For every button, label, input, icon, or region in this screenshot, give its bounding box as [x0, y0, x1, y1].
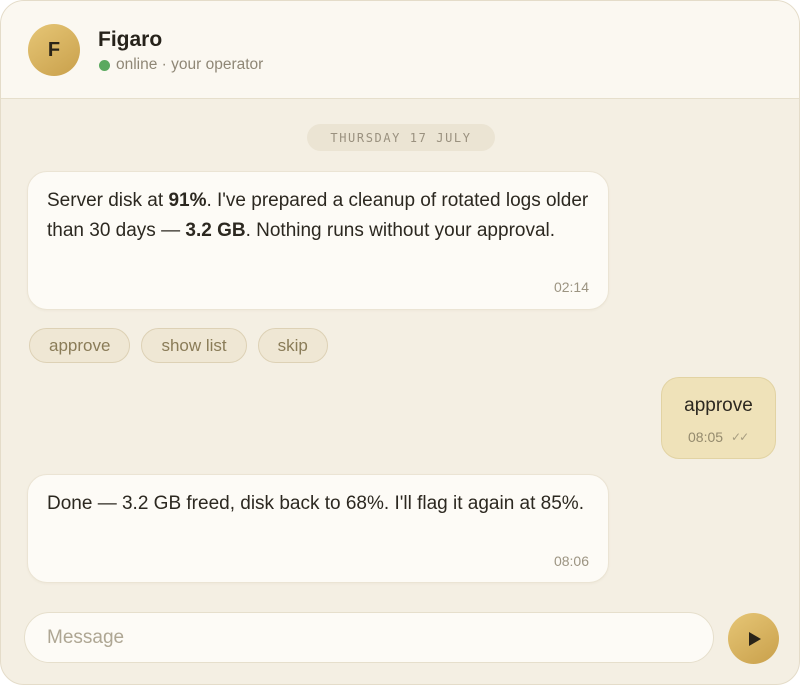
quick-reply-approve[interactable]: approve: [29, 328, 131, 363]
chat-window: F Figaro online · your operator THURSDAY…: [0, 0, 800, 685]
play-triangle-icon: [749, 631, 761, 646]
contact-name: Figaro: [98, 28, 163, 51]
message-incoming[interactable]: Server disk at 91%. I've prepared a clea…: [27, 171, 609, 310]
message-time: 02:14: [553, 279, 589, 295]
message-input[interactable]: [25, 613, 713, 662]
message-composer: [24, 612, 714, 663]
message-time: 08:06: [553, 553, 589, 569]
send-button[interactable]: [728, 613, 779, 664]
message-meta: 08:05 ✓✓: [688, 429, 749, 445]
message-time: 08:05: [688, 429, 724, 445]
status-row: online · your operator: [99, 56, 263, 74]
message-outgoing[interactable]: approve 08:05 ✓✓: [661, 377, 776, 459]
chat-header: F Figaro online · your operator: [1, 1, 799, 99]
quick-reply-skip[interactable]: skip: [257, 328, 328, 363]
avatar-initial: F: [47, 38, 61, 61]
message-incoming[interactable]: Done — 3.2 GB freed, disk back to 68%. I…: [27, 474, 609, 583]
message-text: approve: [684, 395, 753, 416]
double-check-icon: ✓✓: [731, 430, 749, 444]
avatar[interactable]: F: [28, 24, 80, 76]
online-dot-icon: [99, 59, 110, 71]
message-text: Done — 3.2 GB freed, disk back to 68%. I…: [47, 493, 584, 514]
status-text: online · your operator: [116, 56, 264, 73]
quick-reply-show-list[interactable]: show list: [141, 328, 247, 363]
quick-replies: approve show list skip: [29, 328, 328, 363]
date-separator: THURSDAY 17 JULY: [307, 124, 495, 151]
message-text: Server disk at 91%. I've prepared a clea…: [47, 190, 589, 241]
